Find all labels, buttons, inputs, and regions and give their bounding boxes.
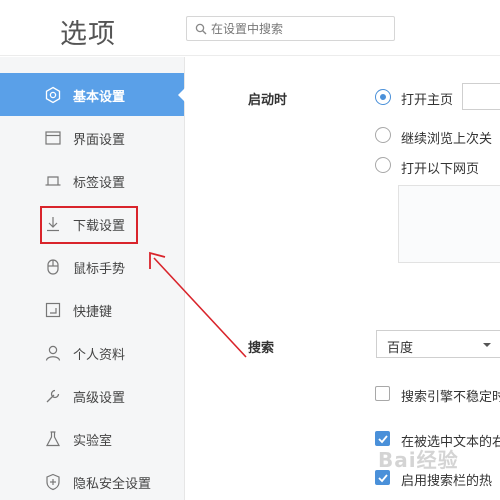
startup-pages-list[interactable] — [398, 185, 500, 263]
flask-icon — [46, 431, 60, 447]
search-icon — [195, 23, 207, 35]
homepage-url-input[interactable] — [462, 83, 500, 110]
search-box[interactable] — [186, 16, 395, 41]
shortcut-icon — [45, 302, 61, 318]
sidebar-item-label: 隐私安全设置 — [73, 477, 152, 492]
startup-continue-label: 继续浏览上次关 — [401, 132, 493, 147]
sidebar: 基本设置 界面设置 标签设置 下载设置 鼠标手势 快捷键 个人资料 高级设置 实… — [0, 57, 185, 500]
tab-icon — [45, 176, 61, 186]
header: 选项 — [0, 0, 500, 56]
sidebar-item-advanced-settings[interactable]: 高级设置 — [0, 374, 184, 417]
settings-icon — [45, 86, 61, 104]
startup-continue-radio[interactable] — [375, 127, 391, 143]
baidu-jingyan-watermark: Bai经验 — [378, 448, 459, 472]
sidebar-item-label: 基本设置 — [73, 90, 126, 105]
unstable-engine-checkbox[interactable] — [375, 386, 390, 401]
sidebar-item-privacy-security[interactable]: 隐私安全设置 — [0, 460, 184, 500]
startup-open-pages-label: 打开以下网页 — [401, 162, 480, 177]
sidebar-item-label: 实验室 — [73, 434, 113, 449]
sidebar-item-shortcuts[interactable]: 快捷键 — [0, 288, 184, 331]
search-engine-label: 搜索 — [248, 341, 275, 356]
sidebar-item-label: 个人资料 — [73, 348, 126, 363]
annotation-highlight-box — [40, 206, 138, 244]
sidebar-item-interface-settings[interactable]: 界面设置 — [0, 116, 184, 159]
window-icon — [45, 131, 61, 145]
startup-homepage-radio[interactable] — [375, 89, 391, 105]
search-input[interactable] — [211, 19, 391, 38]
search-engine-value: 百度 — [387, 341, 414, 356]
startup-open-pages-radio[interactable] — [375, 157, 391, 173]
sidebar-item-profile[interactable]: 个人资料 — [0, 331, 184, 374]
sidebar-item-tab-settings[interactable]: 标签设置 — [0, 159, 184, 202]
mouse-icon — [47, 259, 59, 275]
sidebar-item-lab[interactable]: 实验室 — [0, 417, 184, 460]
search-engine-select[interactable]: 百度 — [376, 330, 500, 358]
sidebar-item-label: 界面设置 — [73, 133, 126, 148]
wrench-icon — [46, 389, 60, 403]
chevron-down-icon — [483, 343, 491, 347]
sidebar-item-mouse-gestures[interactable]: 鼠标手势 — [0, 245, 184, 288]
check-icon — [378, 474, 388, 483]
sidebar-item-label: 标签设置 — [73, 176, 126, 191]
user-icon — [45, 345, 61, 361]
sidebar-item-label: 鼠标手势 — [73, 262, 126, 277]
page-title: 选项 — [60, 19, 116, 50]
sidebar-item-label: 快捷键 — [73, 305, 113, 320]
unstable-engine-label: 搜索引擎不稳定时 — [401, 390, 500, 405]
sidebar-item-label: 高级设置 — [73, 391, 126, 406]
startup-label: 启动时 — [248, 93, 288, 108]
shield-icon — [46, 473, 60, 491]
sidebar-item-basic-settings[interactable]: 基本设置 — [0, 73, 185, 116]
startup-homepage-label: 打开主页 — [401, 93, 454, 108]
